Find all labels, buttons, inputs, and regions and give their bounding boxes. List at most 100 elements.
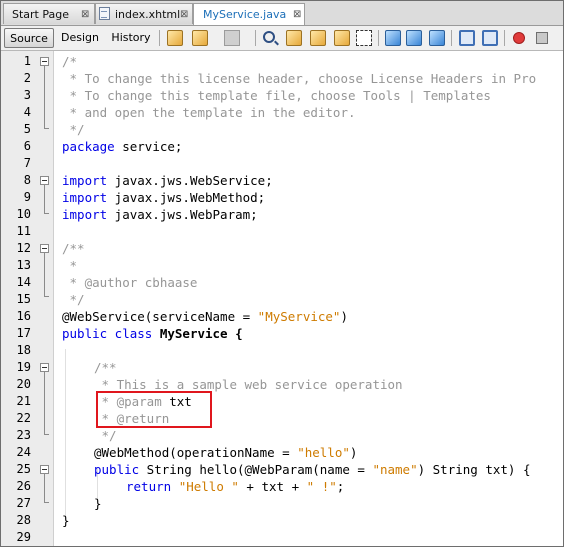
comment: * This is a sample web service operation (94, 377, 403, 392)
code-line: 25 public String hello(@WebParam(name = "… (1, 461, 563, 478)
code-token: javax.jws.WebParam; (107, 207, 258, 222)
code-line: 8 import javax.jws.WebService; (1, 172, 563, 189)
start-macro-icon[interactable] (513, 32, 525, 44)
code-line: 13 * (1, 257, 563, 274)
line-number: 10 (16, 207, 31, 221)
xhtml-file-icon (99, 7, 110, 20)
code-text: /** (62, 240, 85, 257)
code-line: 1 /* (1, 53, 563, 70)
find-next-icon[interactable] (310, 30, 326, 46)
line-number: 1 (23, 54, 31, 68)
toggle-highlight-icon[interactable] (334, 30, 350, 46)
close-icon[interactable]: ⊠ (180, 4, 188, 24)
line-number: 12 (16, 241, 31, 255)
keyword: return (126, 479, 172, 494)
tab-index-xhtml[interactable]: index.xhtml ⊠ (95, 3, 193, 24)
code-line: 9 import javax.jws.WebMethod; (1, 189, 563, 206)
line-number: 26 (16, 479, 31, 493)
code-line: 15 */ (1, 291, 563, 308)
code-editor[interactable]: 1 /* 2 * To change this license header, c… (1, 51, 563, 546)
comment: */ (62, 122, 85, 137)
line-number: 28 (16, 513, 31, 527)
code-line: 5 */ (1, 121, 563, 138)
line-number: 19 (16, 360, 31, 374)
tab-label: MyService.java (203, 8, 287, 21)
code-line: 11 (1, 223, 563, 240)
code-line: 28} (1, 512, 563, 529)
code-line: 23 */ (1, 427, 563, 444)
toggle-rectangular-selection-icon[interactable] (356, 30, 372, 46)
code-line: 24 @WebMethod(operationName = "hello") (1, 444, 563, 461)
line-number: 3 (23, 88, 31, 102)
history-view-button[interactable]: History (108, 28, 154, 48)
last-edit-icon[interactable] (167, 30, 183, 46)
line-number: 2 (23, 71, 31, 85)
stop-macro-icon[interactable] (536, 32, 548, 44)
tab-myservice-java[interactable]: MyService.java ⊠ (193, 3, 305, 25)
toggle-bookmark-icon[interactable] (429, 30, 445, 46)
close-icon[interactable]: ⊠ (293, 4, 301, 25)
code-token: javax.jws.WebMethod; (107, 190, 266, 205)
code-line: 26 return "Hello " + txt + " !"; (1, 478, 563, 495)
code-text: * and open the template in the editor. (62, 104, 356, 121)
code-line: 16 @WebService(serviceName = "MyService") (1, 308, 563, 325)
code-text: */ (94, 427, 117, 444)
keyword: public (94, 462, 140, 477)
comment: * To change this license header, choose … (62, 71, 537, 86)
code-text: } (94, 495, 102, 512)
line-number: 7 (23, 156, 31, 170)
toolbar-separator (159, 30, 160, 46)
next-bookmark-icon[interactable] (406, 30, 422, 46)
code-line: 21 * @param txt (1, 393, 563, 410)
code-line: 19 /** (1, 359, 563, 376)
line-number: 22 (16, 411, 31, 425)
code-text: return "Hello " + txt + " !"; (126, 478, 344, 495)
source-view-button[interactable]: Source (4, 28, 54, 48)
code-line: 12 /** (1, 240, 563, 257)
line-number: 25 (16, 462, 31, 476)
code-line: 17 public class MyService { (1, 325, 563, 342)
find-icon[interactable] (263, 31, 275, 43)
tab-start-page[interactable]: Start Page ⊠ (3, 3, 95, 24)
comment: /** (94, 360, 117, 375)
code-text: /** (94, 359, 117, 376)
find-previous-icon[interactable] (286, 30, 302, 46)
comment: */ (62, 292, 85, 307)
comment: /* (62, 54, 78, 69)
code-line: 2 * To change this license header, choos… (1, 70, 563, 87)
code-text: import javax.jws.WebParam; (62, 206, 258, 223)
string-literal: "name" (372, 462, 418, 477)
line-number: 18 (16, 343, 31, 357)
code-text: @WebMethod(operationName = "hello") (94, 444, 357, 461)
line-number: 15 (16, 292, 31, 306)
close-icon[interactable]: ⊠ (81, 4, 89, 24)
back-icon[interactable] (192, 30, 208, 46)
code-line: 22 * @return (1, 410, 563, 427)
code-token: ) (340, 309, 348, 324)
line-number: 14 (16, 275, 31, 289)
previous-bookmark-icon[interactable] (385, 30, 401, 46)
string-literal: "MyService" (257, 309, 341, 324)
design-view-button[interactable]: Design (58, 28, 102, 48)
line-number: 17 (16, 326, 31, 340)
line-number: 13 (16, 258, 31, 272)
toolbar-separator (378, 30, 379, 46)
comment: /** (62, 241, 85, 256)
shift-right-icon[interactable] (482, 30, 498, 46)
keyword: import (62, 207, 108, 222)
keyword: package (62, 139, 115, 154)
code-token: } (62, 513, 70, 528)
forward-icon[interactable] (224, 30, 240, 46)
comment: */ (94, 428, 117, 443)
line-number: 20 (16, 377, 31, 391)
comment: * (62, 258, 78, 273)
line-number: 9 (23, 190, 31, 204)
string-literal: "hello" (297, 445, 350, 460)
line-number: 29 (16, 530, 31, 544)
shift-left-icon[interactable] (459, 30, 475, 46)
code-token: ) String txt) { (417, 462, 531, 477)
string-literal: "Hello " (178, 479, 239, 494)
code-line: 10 import javax.jws.WebParam; (1, 206, 563, 223)
code-token: service; (114, 139, 183, 154)
code-text: import javax.jws.WebMethod; (62, 189, 265, 206)
